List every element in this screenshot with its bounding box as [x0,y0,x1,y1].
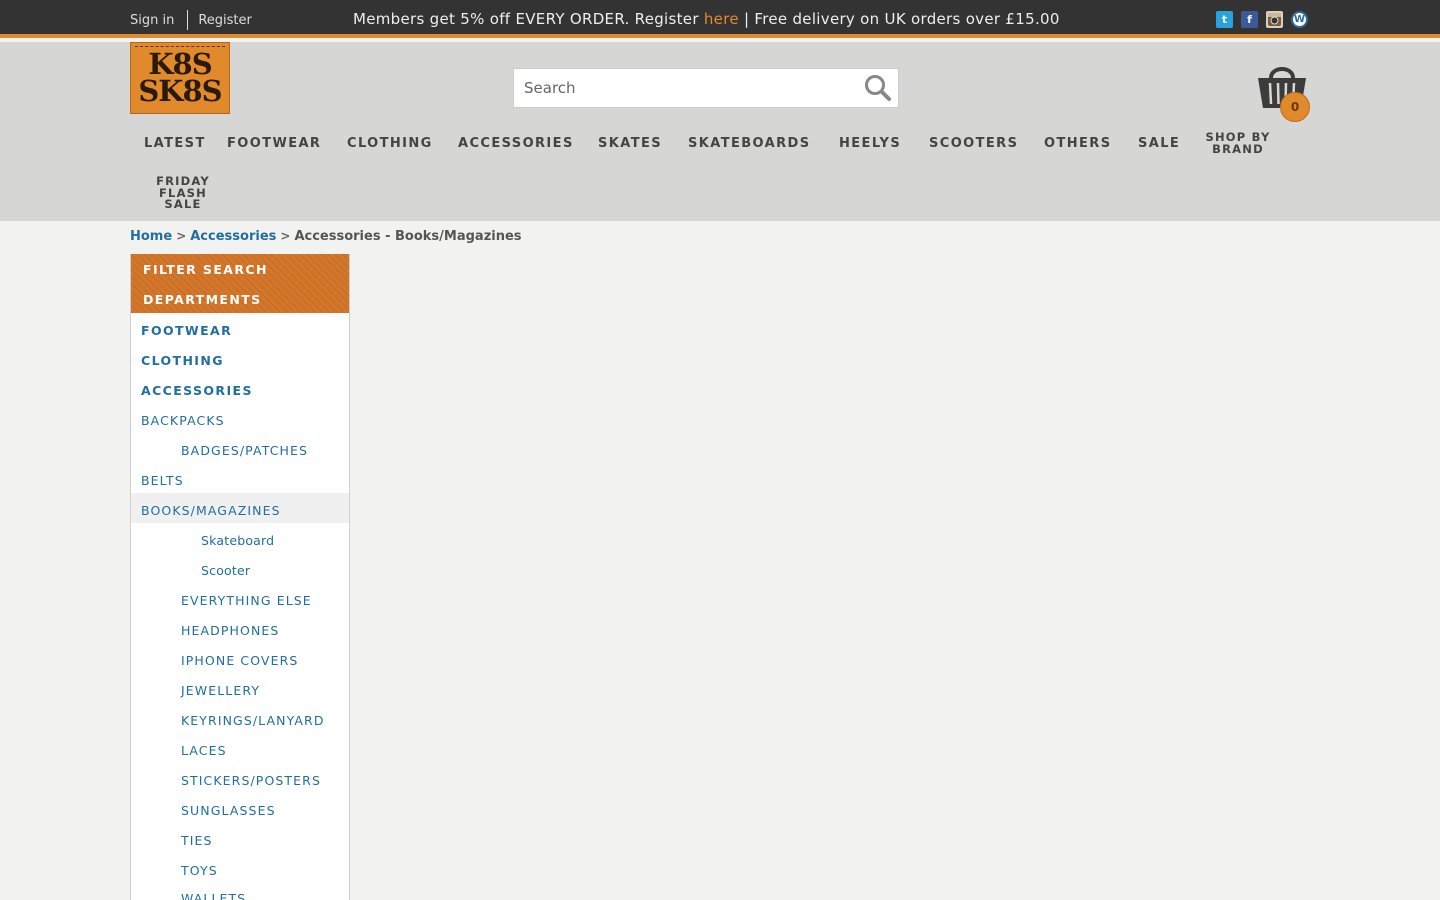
dept-accessories[interactable]: ACCESSORIES [141,383,253,398]
top-bar: Sign in Register Members get 5% off EVER… [0,0,1440,38]
cat-wallets[interactable]: WALLETS [181,891,246,900]
facebook-icon[interactable]: f [1241,11,1258,28]
logo-border [135,46,225,47]
nav-heelys[interactable]: HEELYS [839,136,901,151]
nav-clothing[interactable]: CLOTHING [347,136,433,151]
cat-ties[interactable]: TIES [181,833,213,848]
nav-shop-by-brand-line-2: BRAND [1212,141,1264,156]
nav-shop-by-brand[interactable]: SHOP BY BRAND [1200,131,1276,156]
site-header: K8S SK8S 0 LATEST FOOTWEAR CLOTHING ACCE… [0,42,1440,221]
filter-search-heading: FILTER SEARCH [143,262,268,277]
breadcrumb-home[interactable]: Home [130,229,172,244]
nav-sale[interactable]: SALE [1138,136,1180,151]
cat-everything-else[interactable]: EVERYTHING ELSE [181,593,312,608]
cat-sunglasses[interactable]: SUNGLASSES [181,803,276,818]
cat-stickers-posters[interactable]: STICKERS/POSTERS [181,773,321,788]
nav-scooters[interactable]: SCOOTERS [929,136,1018,151]
cat-badges-patches[interactable]: BADGES/PATCHES [181,443,308,458]
nav-friday-line-3: SALE [164,197,202,211]
filter-sidebar: FILTER SEARCH DEPARTMENTS FOOTWEAR CLOTH… [130,254,350,900]
search-box [513,68,899,108]
cat-toys[interactable]: TOYS [181,863,218,878]
breadcrumb-separator: > [280,229,291,243]
promo-banner: Members get 5% off EVERY ORDER. Register… [353,10,1060,28]
cat-jewellery[interactable]: JEWELLERY [181,683,260,698]
dept-clothing[interactable]: CLOTHING [141,353,224,368]
twitter-icon[interactable]: t [1216,11,1233,28]
cat-books-magazines[interactable]: BOOKS/MAGAZINES [141,503,281,518]
cat-iphone-covers[interactable]: IPHONE COVERS [181,653,298,668]
logo-line-2: SK8S [138,74,222,108]
register-link[interactable]: Register [198,13,252,28]
search-icon[interactable] [862,72,894,104]
site-logo[interactable]: K8S SK8S [130,42,230,114]
nav-footwear[interactable]: FOOTWEAR [227,136,321,151]
cat-belts[interactable]: BELTS [141,473,184,488]
basket-count-badge: 0 [1280,92,1310,122]
nav-latest[interactable]: LATEST [144,136,206,151]
cat-backpacks[interactable]: BACKPACKS [141,413,225,428]
nav-accessories[interactable]: ACCESSORIES [458,136,574,151]
divider [187,10,189,30]
wordpress-icon[interactable]: W [1291,11,1308,28]
nav-skates[interactable]: SKATES [598,136,662,151]
promo-text-delivery: | Free delivery on UK orders over £15.00 [738,10,1060,28]
nav-others[interactable]: OTHERS [1044,136,1111,151]
breadcrumb-current: Accessories - Books/Magazines [294,229,522,244]
subcat-scooter[interactable]: Scooter [201,563,250,578]
sidebar-header: FILTER SEARCH DEPARTMENTS [131,254,349,313]
promo-text: Members get 5% off EVERY ORDER. Register [353,10,704,28]
cat-keyrings-lanyard[interactable]: KEYRINGS/LANYARD [181,713,325,728]
social-links: t f W [1216,11,1308,28]
breadcrumb-accessories[interactable]: Accessories [190,229,276,244]
nav-skateboards[interactable]: SKATEBOARDS [688,136,810,151]
nav-friday-flash-sale[interactable]: FRIDAY FLASH SALE [145,175,221,211]
search-input[interactable] [514,69,854,107]
account-links: Sign in Register [130,10,252,30]
promo-register-link[interactable]: here [704,10,739,28]
basket-button[interactable]: 0 [1256,64,1312,122]
breadcrumb: Home > Accessories > Accessories - Books/Mag… [130,229,522,244]
cat-laces[interactable]: LACES [181,743,227,758]
sign-in-link[interactable]: Sign in [130,13,174,28]
breadcrumb-separator: > [176,229,187,243]
cat-headphones[interactable]: HEADPHONES [181,623,279,638]
instagram-icon[interactable] [1266,11,1283,28]
subcat-skateboard[interactable]: Skateboard [201,533,274,548]
dept-footwear[interactable]: FOOTWEAR [141,323,232,338]
departments-heading: DEPARTMENTS [143,292,262,307]
